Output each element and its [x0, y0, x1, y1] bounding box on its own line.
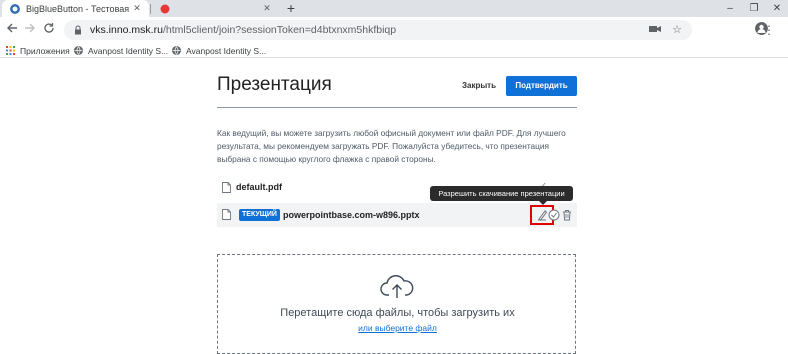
tab-strip: BigBlueButton - Тестовая ✕ ✕ + – ❐ ✕ — [0, 0, 788, 17]
bookmarks-bar: Приложения Avanpost Identity S... Avanpo… — [0, 43, 788, 58]
dropzone-text: Перетащите сюда файлы, чтобы загрузить и… — [280, 307, 515, 319]
bigbluebutton-favicon-icon — [10, 3, 20, 14]
forward-arrow-icon — [25, 23, 35, 33]
tab-title: BigBlueButton - Тестовая — [26, 3, 130, 14]
choose-file-link[interactable]: или выберите файл — [218, 323, 577, 333]
camera-icon[interactable] — [648, 24, 662, 36]
document-icon — [222, 209, 231, 220]
bookmark-label: Avanpost Identity S... — [186, 45, 267, 56]
url-path: /html5client/join?sessionToken=d4btxnxm5… — [162, 24, 397, 36]
file-row-current: ТЕКУЩИЙ powerpointbase.com-w896.pptx — [217, 203, 577, 227]
bookmark-label: Приложения — [20, 45, 70, 56]
tab-close-icon[interactable]: ✕ — [261, 3, 273, 14]
file-name: default.pdf — [236, 182, 282, 192]
select-radio-icon[interactable] — [548, 209, 560, 221]
file-name: powerpointbase.com-w896.pptx — [283, 210, 420, 220]
tab-recording[interactable]: ✕ — [152, 0, 279, 17]
maximize-button[interactable]: ❐ — [743, 0, 765, 17]
url-host: vks.inno.msk.ru — [90, 24, 163, 36]
record-icon — [160, 4, 170, 13]
download-tooltip: Разрешить скачивание презентации — [430, 186, 573, 201]
tab-bigbluebutton[interactable]: BigBlueButton - Тестовая ✕ — [2, 0, 149, 17]
back-arrow-icon — [7, 23, 17, 33]
url-text: vks.inno.msk.ru/html5client/join?session… — [90, 24, 396, 36]
file-dropzone[interactable]: Перетащите сюда файлы, чтобы загрузить и… — [217, 254, 576, 354]
forward-button[interactable] — [21, 21, 39, 39]
lock-icon — [75, 25, 81, 35]
bookmark-avanpost-2[interactable]: Avanpost Identity S... — [172, 44, 266, 57]
minimize-button[interactable]: – — [719, 0, 741, 17]
tab-separator — [150, 4, 151, 14]
profile-avatar-icon[interactable] — [755, 22, 768, 35]
reload-button[interactable] — [40, 21, 58, 39]
tab-close-icon[interactable]: ✕ — [131, 3, 143, 14]
reload-icon — [44, 23, 54, 33]
confirm-button[interactable]: Подтвердить — [506, 76, 577, 96]
modal-title: Презентация — [217, 74, 332, 95]
globe-icon — [74, 46, 83, 55]
new-tab-button[interactable]: + — [283, 0, 299, 17]
close-button[interactable]: Закрыть — [459, 77, 499, 95]
bookmark-apps[interactable]: Приложения — [6, 44, 70, 57]
address-bar[interactable]: vks.inno.msk.ru/html5client/join?session… — [64, 20, 692, 40]
back-button[interactable] — [3, 21, 21, 39]
upload-instructions: Как ведущий, вы можете загрузить любой о… — [217, 128, 566, 164]
bookmark-avanpost-1[interactable]: Avanpost Identity S... — [74, 44, 168, 57]
current-badge: ТЕКУЩИЙ — [239, 209, 280, 221]
apps-grid-icon — [6, 46, 15, 55]
bookmark-label: Avanpost Identity S... — [88, 45, 169, 56]
bookmark-star-icon[interactable]: ☆ — [670, 24, 684, 36]
document-icon — [222, 182, 231, 193]
browser-toolbar: vks.inno.msk.ru/html5client/join?session… — [0, 17, 788, 43]
title-divider — [217, 107, 577, 108]
cloud-upload-icon — [380, 275, 414, 298]
globe-icon — [172, 46, 181, 55]
trash-icon[interactable] — [561, 209, 573, 221]
close-window-button[interactable]: ✕ — [766, 0, 788, 17]
profile-button[interactable] — [737, 21, 755, 39]
